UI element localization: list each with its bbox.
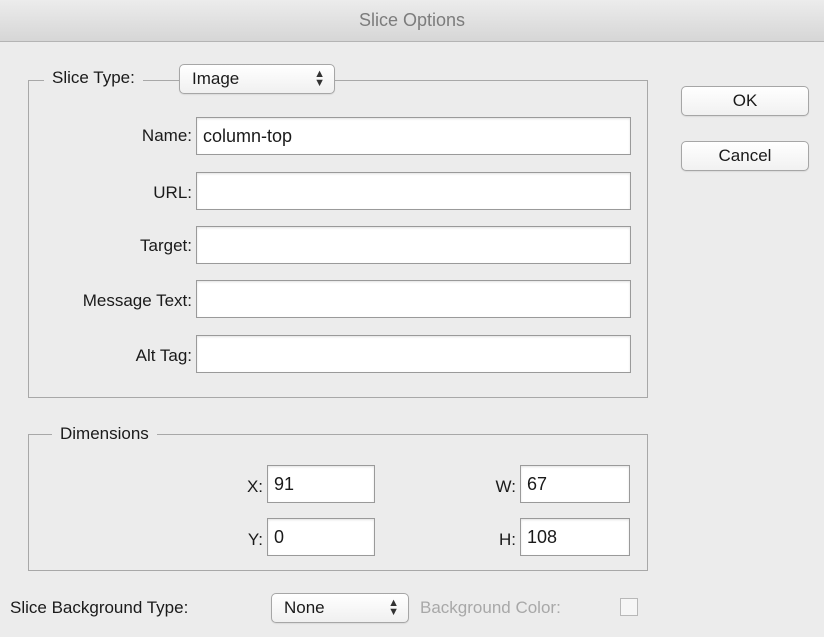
slice-type-select[interactable]: Image ▲ ▼ xyxy=(179,64,335,94)
name-field[interactable]: column-top xyxy=(196,117,631,155)
x-label: X: xyxy=(246,477,263,496)
w-label: W: xyxy=(495,477,516,496)
x-field[interactable]: 91 xyxy=(267,465,375,503)
slice-background-type-label: Slice Background Type: xyxy=(10,598,189,617)
y-label: Y: xyxy=(247,530,263,549)
url-field[interactable] xyxy=(196,172,631,210)
dimensions-label: Dimensions xyxy=(52,424,157,444)
target-label: Target: xyxy=(140,236,192,255)
slice-type-value: Image xyxy=(192,69,240,88)
background-color-swatch xyxy=(620,598,638,616)
slice-background-type-select[interactable]: None ▲ ▼ xyxy=(271,593,409,623)
target-field[interactable] xyxy=(196,226,631,264)
w-field[interactable]: 67 xyxy=(520,465,630,503)
slice-type-label: Slice Type: xyxy=(44,68,143,88)
alt-tag-field[interactable] xyxy=(196,335,631,373)
message-text-label: Message Text: xyxy=(82,291,192,310)
y-field[interactable]: 0 xyxy=(267,518,375,556)
message-text-field[interactable] xyxy=(196,280,631,318)
window-title: Slice Options xyxy=(358,10,466,30)
background-color-label: Background Color: xyxy=(420,598,561,617)
url-label: URL: xyxy=(153,183,192,202)
up-down-chevron-icon: ▲ ▼ xyxy=(388,597,399,618)
slice-background-type-value: None xyxy=(284,598,325,617)
h-label: H: xyxy=(499,530,516,549)
name-label: Name: xyxy=(141,126,192,145)
ok-button[interactable]: OK xyxy=(681,86,809,116)
h-field[interactable]: 108 xyxy=(520,518,630,556)
cancel-button[interactable]: Cancel xyxy=(681,141,809,171)
up-down-chevron-icon: ▲ ▼ xyxy=(314,68,325,89)
title-bar: Slice Options xyxy=(0,0,824,42)
alt-tag-label: Alt Tag: xyxy=(135,346,192,365)
